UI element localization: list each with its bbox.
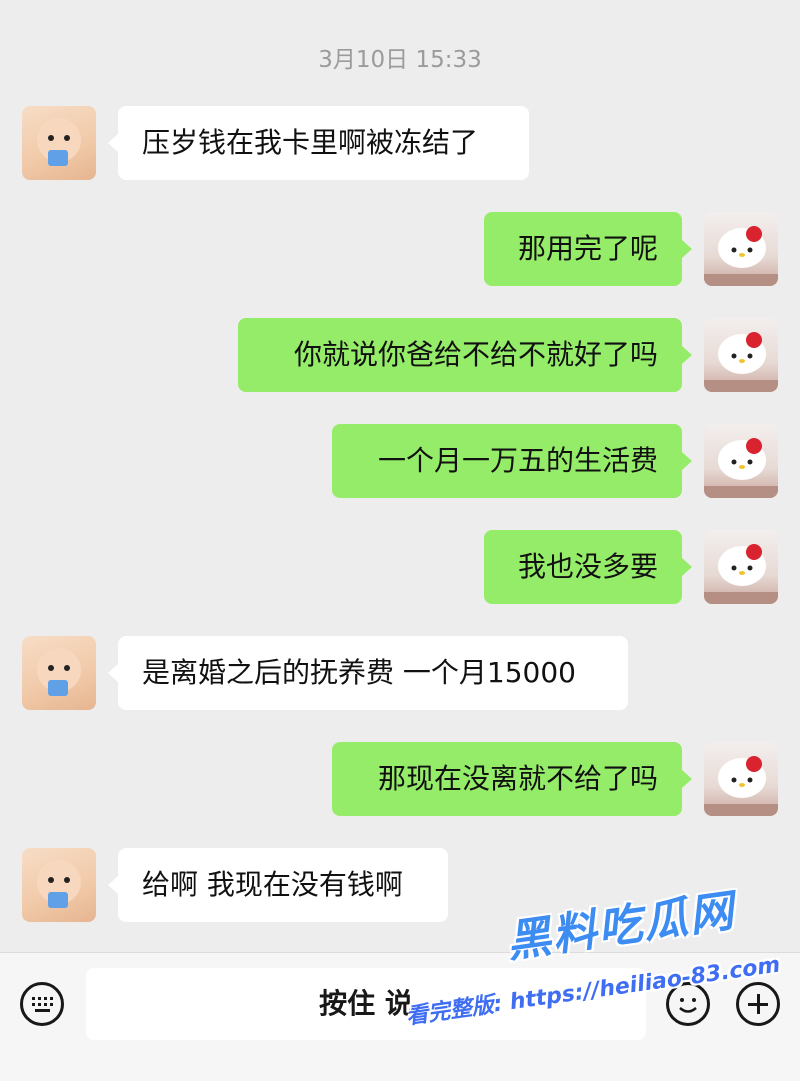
kitty-avatar-icon xyxy=(704,756,778,816)
message-bubble-outgoing[interactable]: 那用完了呢 xyxy=(484,212,692,286)
my-avatar[interactable] xyxy=(704,424,778,498)
baby-avatar-icon xyxy=(37,648,81,696)
my-avatar[interactable] xyxy=(704,530,778,604)
watermark-url: 看完整版: https://heiliao-83.com xyxy=(404,952,782,1030)
chat-timestamp: 3月10日 15:33 xyxy=(318,47,482,73)
baby-avatar-icon xyxy=(37,118,81,166)
my-avatar[interactable] xyxy=(704,212,778,286)
contact-avatar[interactable] xyxy=(22,636,96,710)
message-bubble-incoming[interactable]: 压岁钱在我卡里啊被冻结了 xyxy=(108,106,529,180)
contact-avatar[interactable] xyxy=(22,106,96,180)
message-bubble-outgoing[interactable]: 一个月一万五的生活费 xyxy=(332,424,692,498)
my-avatar[interactable] xyxy=(704,742,778,816)
kitty-avatar-icon xyxy=(704,544,778,604)
my-avatar[interactable] xyxy=(704,318,778,392)
contact-avatar[interactable] xyxy=(22,848,96,922)
message-bubble-outgoing[interactable]: 你就说你爸给不给不就好了吗 xyxy=(238,318,692,392)
kitty-avatar-icon xyxy=(704,226,778,286)
keyboard-icon[interactable] xyxy=(20,982,64,1026)
kitty-avatar-icon xyxy=(704,438,778,498)
kitty-avatar-icon xyxy=(704,332,778,392)
message-bubble-outgoing[interactable]: 那现在没离就不给了吗 xyxy=(332,742,692,816)
message-bubble-outgoing[interactable]: 我也没多要 xyxy=(484,530,692,604)
watermark-title: 黑料吃瓜网 xyxy=(503,885,739,968)
baby-avatar-icon xyxy=(37,860,81,908)
message-bubble-incoming[interactable]: 是离婚之后的抚养费 一个月15000 xyxy=(108,636,628,710)
keyboard-glyph xyxy=(32,997,53,1012)
